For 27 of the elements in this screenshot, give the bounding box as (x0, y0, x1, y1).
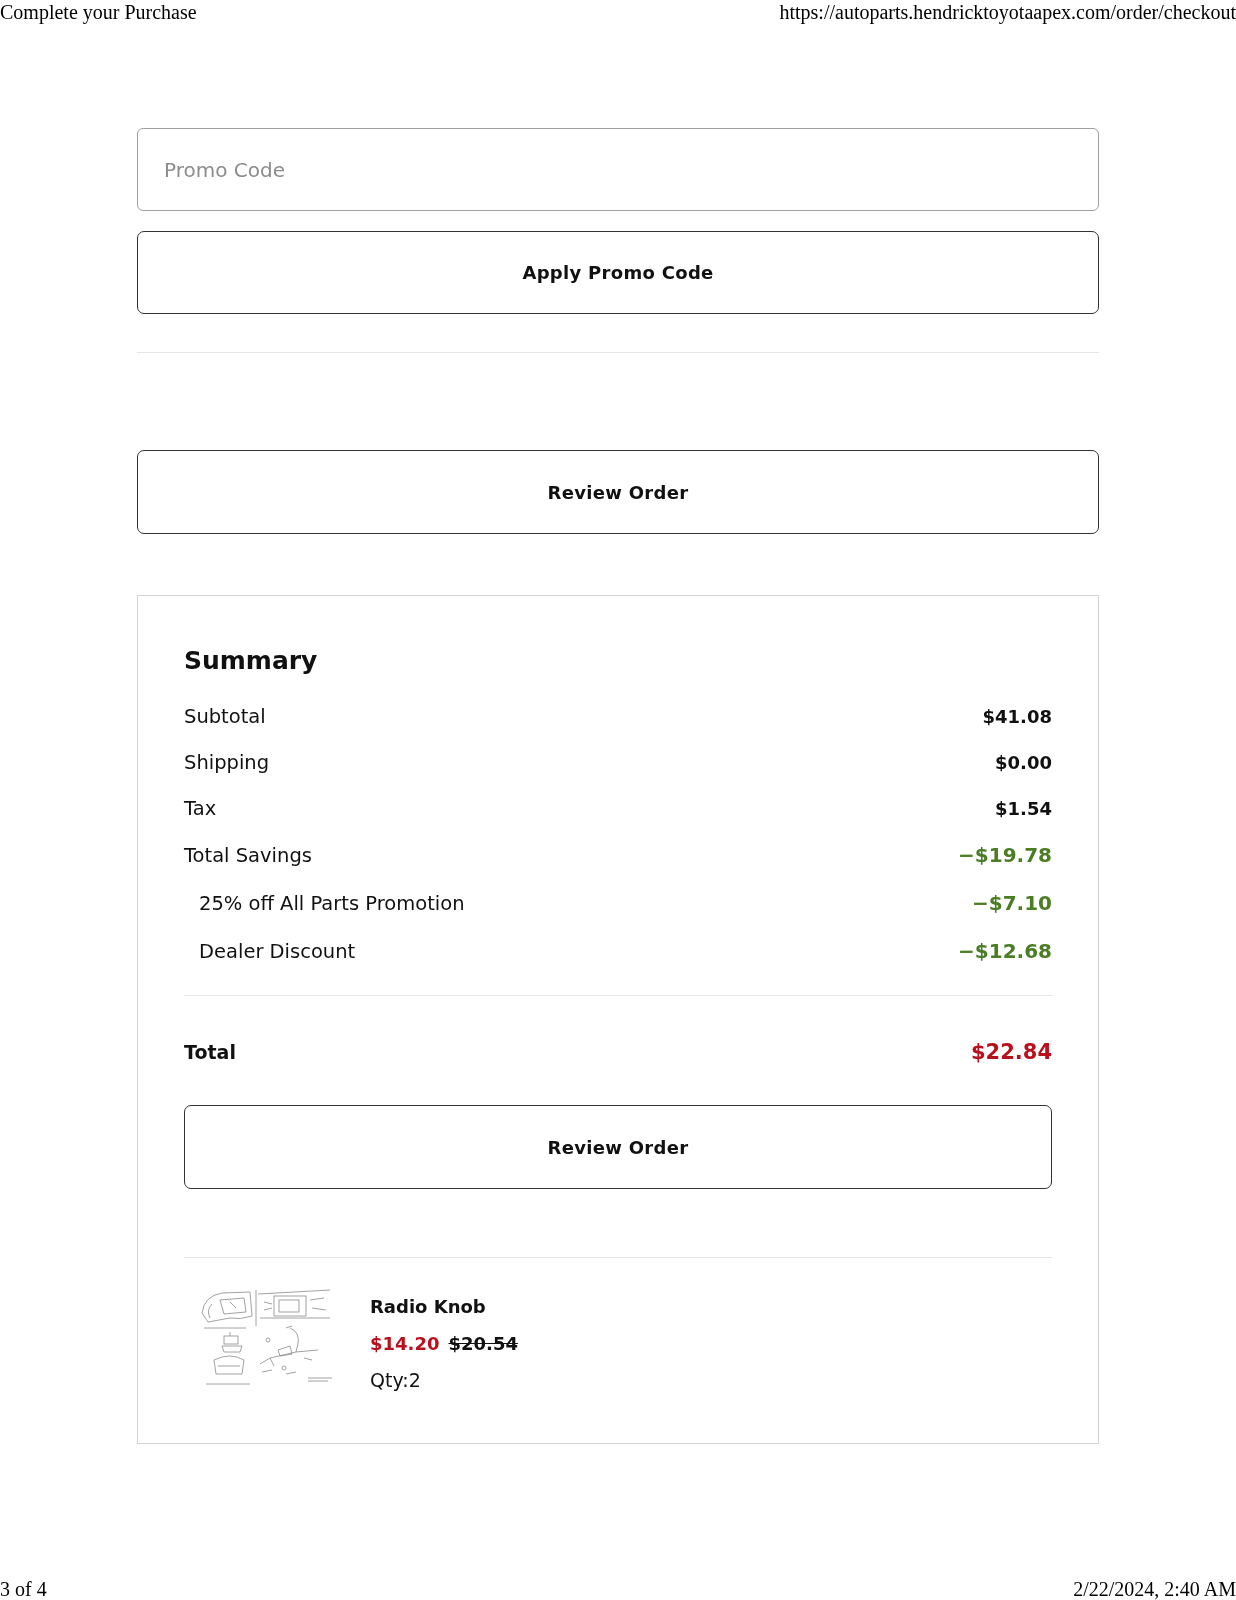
product-name[interactable]: Radio Knob (370, 1288, 486, 1325)
summary-value: −$19.78 (958, 843, 1052, 867)
total-value: $22.84 (970, 1040, 1052, 1064)
summary-label: Shipping (184, 750, 270, 774)
apply-promo-button[interactable]: Apply Promo Code (137, 231, 1099, 314)
summary-label: Tax (184, 796, 217, 820)
summary-value: $41.08 (982, 705, 1052, 727)
summary-value: $1.54 (995, 797, 1052, 819)
summary-label: Dealer Discount (199, 939, 356, 963)
print-date: 2/22/2024, 2:40 AM (1073, 1578, 1236, 1600)
summary-heading: Summary (184, 645, 319, 677)
item-quantity: Qty:2 (370, 1368, 421, 1393)
summary-label: Total Savings (184, 843, 312, 867)
sale-price: $14.20 (370, 1332, 440, 1356)
summary-label: 25% off All Parts Promotion (199, 891, 465, 915)
summary-value: −$12.68 (958, 939, 1052, 963)
page-number: 3 of 4 (0, 1578, 47, 1600)
review-order-button[interactable]: Review Order (137, 450, 1099, 534)
summary-label: Subtotal (184, 704, 266, 728)
page-url: https://autoparts.hendricktoyotaapex.com/order/checkout (779, 0, 1236, 24)
review-order-button[interactable]: Review Order (184, 1105, 1052, 1189)
page-title: Complete your Purchase (0, 0, 197, 24)
original-price: $20.54 (448, 1332, 518, 1356)
summary-value: $0.00 (995, 751, 1052, 773)
promo-code-field[interactable]: Promo Code (137, 128, 1099, 211)
total-label: Total (184, 1041, 236, 1063)
summary-value: −$7.10 (971, 891, 1052, 915)
